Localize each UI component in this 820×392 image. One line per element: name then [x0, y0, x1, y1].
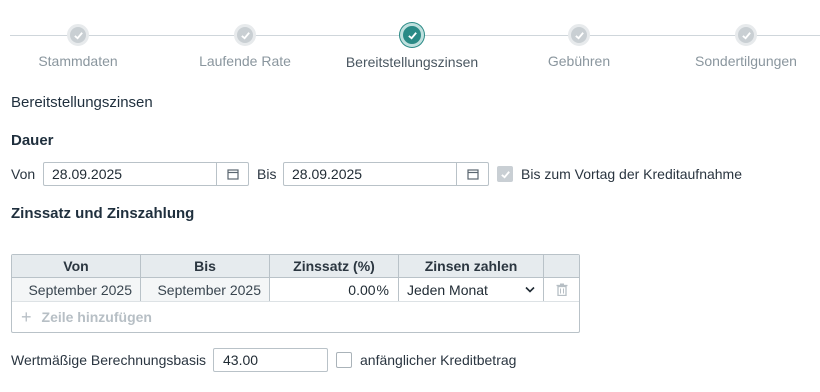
zinsen-zahlen-value[interactable]: Jeden Monat [407, 282, 488, 298]
check-icon [500, 170, 510, 179]
row-bis: September 2025 [141, 278, 270, 301]
kreditbetrag-checkbox[interactable] [336, 352, 352, 368]
table-row: September 2025 September 2025 0.00% Jede… [12, 278, 579, 302]
check-icon [234, 24, 256, 46]
von-date-value[interactable]: 28.09.2025 [44, 163, 216, 185]
column-header-bis: Bis [141, 255, 270, 277]
step-bereitstellungszinsen[interactable]: Bereitstellungszinsen [337, 22, 487, 70]
step-gebuehren[interactable]: Gebühren [504, 22, 654, 69]
zinssatz-input[interactable]: 0.00% [270, 278, 399, 301]
plus-icon: + [21, 306, 32, 327]
calendar-icon[interactable] [456, 163, 488, 185]
check-icon [568, 24, 590, 46]
add-row-label: Zeile hinzufügen [41, 309, 152, 325]
bis-date-field[interactable]: 28.09.2025 [283, 162, 489, 186]
calendar-icon[interactable] [216, 163, 248, 185]
step-stammdaten[interactable]: Stammdaten [3, 22, 153, 69]
add-row-button[interactable]: + Zeile hinzufügen [12, 302, 579, 332]
progress-stepper: Stammdaten Laufende Rate Bereitstellungs… [0, 22, 820, 72]
basis-input[interactable]: 43.00 [213, 348, 328, 372]
check-icon [400, 23, 424, 47]
check-icon [735, 24, 757, 46]
step-label: Gebühren [547, 53, 611, 69]
zins-title: Zinssatz und Zinszahlung [11, 205, 195, 222]
step-label: Stammdaten [38, 53, 118, 69]
von-date-field[interactable]: 28.09.2025 [43, 162, 249, 186]
step-laufende-rate[interactable]: Laufende Rate [170, 22, 320, 69]
step-label: Bereitstellungszinsen [345, 54, 479, 70]
dauer-title: Dauer [11, 132, 54, 149]
bis-label: Bis [257, 166, 277, 182]
section-title: Bereitstellungszinsen [11, 94, 153, 111]
step-label: Laufende Rate [199, 53, 291, 69]
column-header-zinssatz: Zinssatz (%) [270, 255, 399, 277]
delete-row-button[interactable] [544, 278, 579, 301]
row-von: September 2025 [12, 278, 141, 301]
zins-table: Von Bis Zinssatz (%) Zinsen zahlen Septe… [11, 254, 580, 333]
kreditbetrag-checkbox-label: anfänglicher Kreditbetrag [360, 352, 517, 368]
table-header: Von Bis Zinssatz (%) Zinsen zahlen [12, 255, 579, 278]
percent-unit: % [376, 281, 389, 298]
column-header-von: Von [12, 255, 141, 277]
step-label: Sondertilgungen [695, 53, 797, 69]
column-header-zinsen-zahlen: Zinsen zahlen [399, 255, 544, 277]
check-icon [67, 24, 89, 46]
basis-label: Wertmäßige Berechnungsbasis [11, 352, 207, 368]
trash-icon[interactable] [556, 283, 568, 296]
vortag-checkbox[interactable] [497, 166, 513, 182]
column-header-actions [544, 255, 579, 277]
chevron-down-icon[interactable] [525, 286, 535, 293]
bis-date-value[interactable]: 28.09.2025 [284, 163, 456, 185]
zinssatz-value[interactable]: 0.00 [348, 282, 375, 298]
von-label: Von [11, 166, 36, 182]
zinsen-zahlen-select[interactable]: Jeden Monat [399, 278, 544, 301]
vortag-checkbox-label: Bis zum Vortag der Kreditaufnahme [521, 166, 743, 182]
step-sondertilgungen[interactable]: Sondertilgungen [671, 22, 820, 69]
